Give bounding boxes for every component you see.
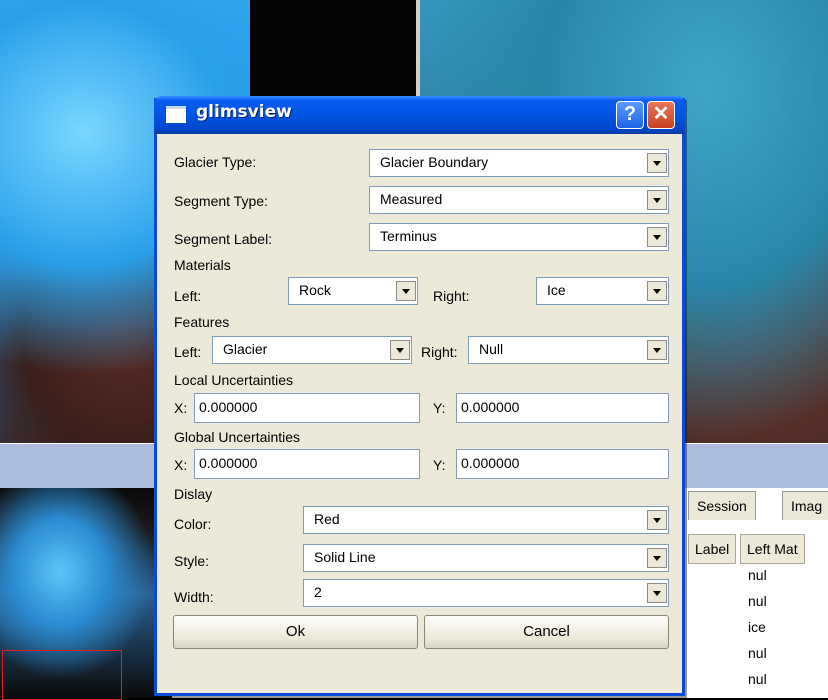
local-y-input[interactable]: 0.000000 [456,393,669,423]
width-value: 2 [314,584,322,600]
style-label: Style: [174,553,210,569]
chevron-down-icon[interactable] [647,153,667,173]
column-header-label[interactable]: Label [688,534,737,564]
selection-box [2,650,122,700]
features-right-select[interactable]: Null [468,336,669,364]
chevron-down-icon[interactable] [647,281,667,301]
local-x-label: X: [174,400,188,416]
glacier-type-label: Glacier Type: [174,154,257,170]
chevron-down-icon[interactable] [647,190,667,210]
tab-session[interactable]: Session [688,491,756,520]
style-value: Solid Line [314,549,376,565]
chevron-down-icon[interactable] [647,548,667,568]
help-button[interactable]: ? [616,101,644,129]
ok-button[interactable]: Ok [173,615,418,649]
width-select[interactable]: 2 [303,579,669,607]
segment-label-select[interactable]: Terminus [369,223,669,251]
cell-left-mat: nul [748,671,767,687]
color-select[interactable]: Red [303,506,669,534]
chevron-down-icon[interactable] [647,583,667,603]
close-button[interactable]: ✕ [647,101,675,129]
features-left-select[interactable]: Glacier [212,336,412,364]
color-value: Red [314,511,340,527]
local-x-input[interactable]: 0.000000 [194,393,420,423]
materials-right-value: Ice [547,282,566,298]
color-label: Color: [174,516,212,532]
materials-right-label: Right: [433,288,470,304]
dialog-title: glimsview [196,102,292,122]
chevron-down-icon[interactable] [647,340,667,360]
features-right-label: Right: [421,344,458,360]
cell-left-mat: nul [748,645,767,661]
cell-left-mat: nul [748,593,767,609]
global-y-input[interactable]: 0.000000 [456,449,669,479]
window-icon [166,106,186,123]
column-header-left-mat[interactable]: Left Mat [740,534,805,564]
features-right-value: Null [479,341,504,357]
chevron-down-icon[interactable] [390,340,410,360]
global-y-label: Y: [433,457,446,473]
chevron-down-icon[interactable] [396,281,416,301]
global-uncertainties-heading: Global Uncertainties [174,429,301,445]
glacier-type-select[interactable]: Glacier Boundary [369,149,669,177]
segment-type-select[interactable]: Measured [369,186,669,214]
tab-imag[interactable]: Imag [782,491,828,520]
segment-label-label: Segment Label: [174,231,273,247]
materials-left-label: Left: [174,288,202,304]
segment-type-label: Segment Type: [174,193,268,209]
features-left-value: Glacier [223,341,268,357]
display-heading: Dislay [174,486,213,502]
width-label: Width: [174,589,214,605]
cell-left-mat: ice [748,619,766,635]
materials-left-select[interactable]: Rock [288,277,418,305]
local-uncertainties-heading: Local Uncertainties [174,372,294,388]
segment-label-value: Terminus [380,228,437,244]
local-y-label: Y: [433,400,446,416]
materials-left-value: Rock [299,282,331,298]
features-left-label: Left: [174,344,202,360]
global-x-input[interactable]: 0.000000 [194,449,420,479]
cell-left-mat: nul [748,567,767,583]
features-heading: Features [174,314,230,330]
chevron-down-icon[interactable] [647,227,667,247]
style-select[interactable]: Solid Line [303,544,669,572]
chevron-down-icon[interactable] [647,510,667,530]
segment-type-value: Measured [380,191,443,207]
glacier-type-value: Glacier Boundary [380,154,489,170]
cancel-button[interactable]: Cancel [424,615,669,649]
materials-heading: Materials [174,257,231,273]
global-x-label: X: [174,457,188,473]
materials-right-select[interactable]: Ice [536,277,669,305]
